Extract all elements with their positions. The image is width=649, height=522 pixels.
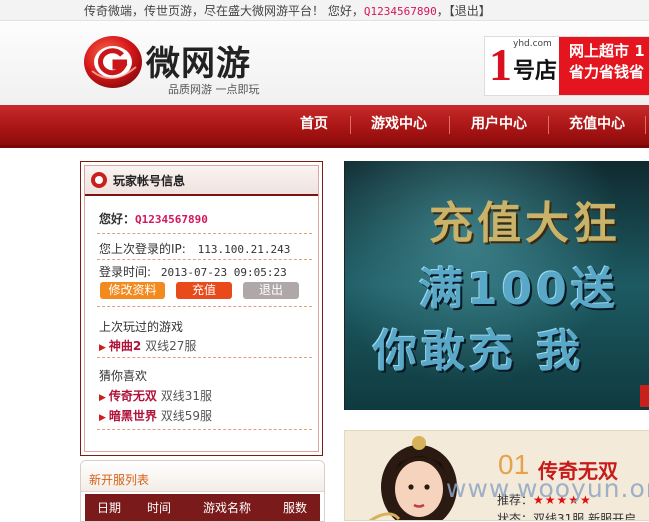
logo-slogan: 品质网游 一点即玩 [168, 83, 260, 96]
column-header: 游戏名称 [203, 501, 252, 515]
banner-line-2: 满100送 [419, 264, 619, 315]
new-server-header: 新开服列表 [81, 461, 324, 492]
nav-separator [350, 116, 351, 134]
ad-brand-small: yhd.com [513, 39, 552, 49]
ad-message: 网上超市 1 省力省钱省 [559, 37, 649, 95]
account-panel-inner: 玩家帐号信息 您好：Q1234567890 您上次登录的IP: 113.100.… [84, 165, 319, 452]
account-panel-title: 玩家帐号信息 [113, 174, 186, 188]
nav-user-center[interactable]: 用户中心 [461, 105, 537, 145]
account-panel-header: 玩家帐号信息 [85, 166, 318, 196]
last-ip-label: 您上次登录的IP: [99, 242, 186, 256]
recharge-button[interactable]: 充值 [176, 282, 232, 299]
column-header: 服数 [283, 501, 308, 515]
site-header: 微网游 品质网游 一点即玩 1 yhd.com 号店 网上超市 1 省力省钱省 [0, 21, 649, 105]
game-card-status: 状态：双线31服 新服开启 [497, 510, 637, 521]
divider [97, 429, 312, 430]
divider [97, 233, 312, 234]
nav-separator [449, 116, 450, 134]
nav-recharge-center[interactable]: 充值中心 [560, 105, 634, 145]
login-time-label: 登录时间: [99, 265, 152, 279]
account-username: Q1234567890 [135, 213, 208, 226]
recent-game-item: ▶ 神曲2 双线27服 [99, 337, 196, 354]
welcome-text: 传奇微端，传世页游，尽在盛大微网游平台！ [84, 4, 325, 18]
status-label: 状态： [497, 512, 534, 521]
recent-game-server: 双线27服 [145, 339, 197, 353]
arrow-right-icon: ▶ [99, 413, 106, 423]
nav-home[interactable]: 首页 [290, 105, 338, 145]
suggest-game-item: ▶ 传奇无双 双线31服 [99, 387, 212, 404]
status-value: 双线31服 新服开启 [533, 512, 637, 521]
top-bar: 传奇微端，传世页游，尽在盛大微网游平台！ 您好，Q1234567890，【退出】 [0, 0, 649, 21]
nav-separator [548, 116, 549, 134]
edit-profile-button[interactable]: 修改资料 [100, 282, 165, 299]
column-header: 时间 [147, 501, 172, 515]
banner-tag [640, 385, 649, 407]
new-server-title: 新开服列表 [89, 473, 150, 487]
nav-game-center[interactable]: 游戏中心 [362, 105, 436, 145]
ad-brand: 1 yhd.com 号店 [485, 37, 557, 95]
ad-brand-name: 号店 [513, 59, 558, 84]
login-time-row: 登录时间: 2013-07-23 09:05:23 [99, 263, 287, 280]
suggest-game-server: 双线31服 [160, 389, 213, 403]
account-panel: 玩家帐号信息 您好：Q1234567890 您上次登录的IP: 113.100.… [80, 161, 323, 456]
login-time-value: 2013-07-23 09:05:23 [160, 266, 287, 279]
greeting-text: 您好， [327, 4, 364, 18]
arrow-right-icon: ▶ [99, 393, 106, 403]
site-logo-icon[interactable] [82, 31, 144, 91]
top-logout-link[interactable]: 退出 [455, 4, 479, 18]
promo-banner[interactable]: 充值大狂 满100送 你敢充 我 [344, 161, 649, 410]
yhd-ad-banner[interactable]: 1 yhd.com 号店 网上超市 1 省力省钱省 [484, 36, 649, 96]
new-server-list: 新开服列表 日期 时间 游戏名称 服数 [80, 460, 325, 522]
watermark-text: www.wooyun.org [446, 474, 649, 503]
banner-line-1: 充值大狂 [429, 198, 621, 249]
column-header: 日期 [97, 501, 122, 515]
suggest-game-item: ▶ 暗黑世界 双线59服 [99, 407, 212, 424]
top-username: Q1234567890 [363, 5, 437, 18]
new-server-columns: 日期 时间 游戏名称 服数 [85, 494, 320, 521]
logout-button[interactable]: 退出 [243, 282, 299, 299]
recent-games-title: 上次玩过的游戏 [99, 320, 184, 334]
arrow-right-icon: ▶ [99, 343, 106, 353]
divider [97, 259, 312, 260]
suggest-game-link[interactable]: 暗黑世界 [109, 409, 157, 423]
logo-small-icon [91, 172, 107, 188]
divider [97, 357, 312, 358]
suggest-game-server: 双线59服 [160, 409, 213, 423]
last-ip-value: 113.100.21.243 [197, 243, 291, 256]
hello-label: 您好： [99, 212, 136, 226]
divider [97, 306, 312, 307]
ad-line-2: 省力省钱省 [569, 63, 645, 81]
hello-row: 您好：Q1234567890 [99, 210, 208, 227]
ad-line-1: 网上超市 1 [569, 42, 645, 60]
suggest-title: 猜你喜欢 [99, 369, 148, 383]
ad-brand-number: 1 [489, 39, 512, 90]
main-nav: 首页 游戏中心 用户中心 充值中心 [0, 105, 649, 148]
banner-line-3: 你敢充 我 [373, 326, 585, 377]
last-ip-row: 您上次登录的IP: 113.100.21.243 [99, 240, 290, 257]
recent-game-link[interactable]: 神曲2 [109, 339, 141, 353]
suggest-game-link[interactable]: 传奇无双 [109, 389, 157, 403]
top-welcome: 传奇微端，传世页游，尽在盛大微网游平台！ 您好，Q1234567890，【退出】 [84, 4, 491, 18]
nav-separator [645, 116, 646, 134]
logo-name: 微网游 [146, 44, 251, 84]
